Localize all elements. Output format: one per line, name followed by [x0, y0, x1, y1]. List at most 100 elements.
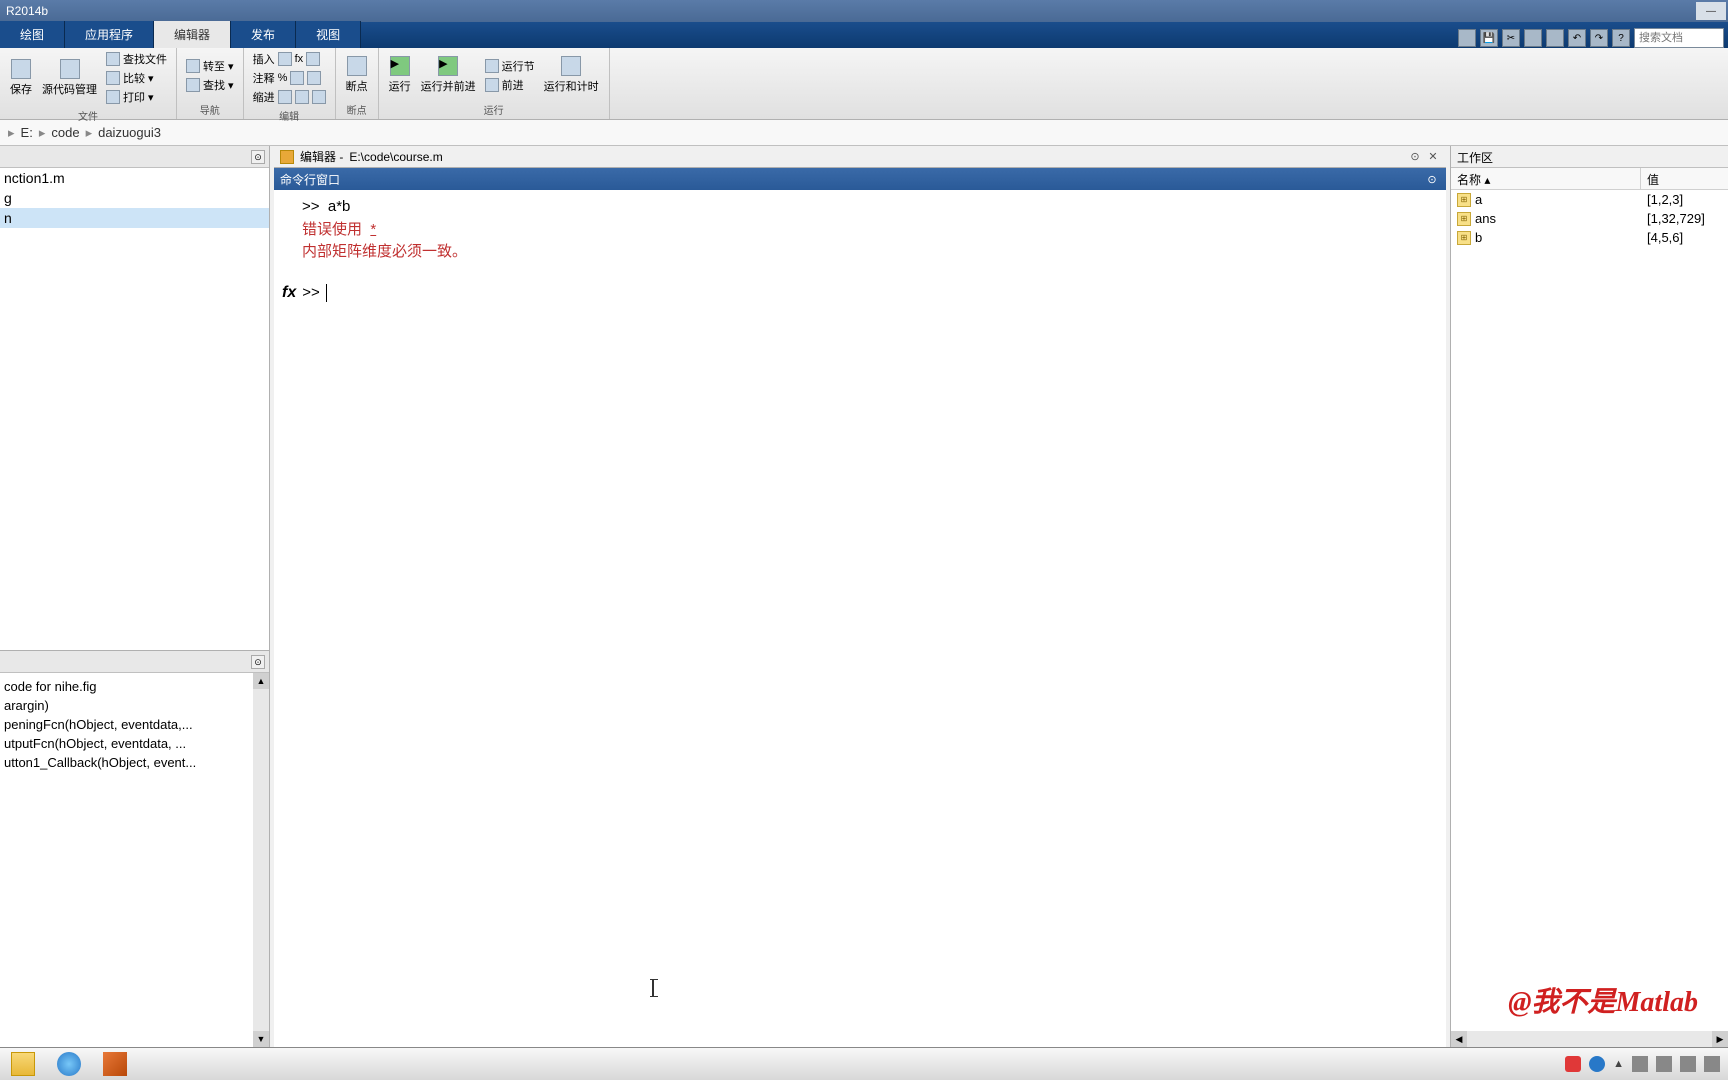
taskbar-explorer[interactable]: [2, 1050, 44, 1078]
ribbon-toolbar: 保存 源代码管理 查找文件 比较 ▾ 打印 ▾ 文件 转至 ▾ 查找 ▾ 导航 …: [0, 48, 1728, 120]
qa-paste-icon[interactable]: [1546, 29, 1564, 47]
insert-button[interactable]: 插入 fx: [250, 50, 329, 68]
address-bar[interactable]: ▸ E: ▸ code ▸ daizuogui3: [0, 120, 1728, 146]
qa-undo-icon[interactable]: ↶: [1568, 29, 1586, 47]
workspace-title: 工作区: [1451, 146, 1728, 168]
scroll-left-icon[interactable]: ◀: [1451, 1031, 1467, 1047]
advance-button[interactable]: 前进: [482, 76, 538, 94]
scroll-down-icon[interactable]: ▼: [253, 1031, 269, 1047]
minimize-button[interactable]: —: [1696, 2, 1726, 20]
find-files-button[interactable]: 查找文件: [103, 50, 170, 68]
find-button[interactable]: 查找 ▾: [183, 76, 237, 94]
qa-copy-icon[interactable]: [1524, 29, 1542, 47]
cmd-error-line: 错误使用 *: [282, 219, 1438, 242]
workspace-col-value[interactable]: 值: [1641, 168, 1728, 189]
breakpoint-button[interactable]: 断点: [342, 50, 372, 100]
ribbon-group-breakpoint: 断点 断点: [336, 48, 379, 119]
details-panel-menu-icon[interactable]: ⊙: [251, 655, 265, 669]
group-label-run: 运行: [385, 100, 603, 117]
matlab-icon: [103, 1052, 127, 1076]
file-item[interactable]: nction1.m: [0, 168, 269, 188]
run-button[interactable]: ▶运行: [385, 50, 415, 100]
run-advance-button[interactable]: ▶运行并前进: [417, 50, 480, 100]
taskbar-browser[interactable]: [48, 1050, 90, 1078]
current-folder-panel: ⊙ nction1.m g n: [0, 146, 269, 651]
workspace-row[interactable]: ⊞ans [1,32,729]: [1451, 209, 1728, 228]
group-label-navigate: 导航: [183, 100, 237, 117]
workspace-panel: 工作区 名称 ▴ 值 ⊞a [1,2,3] ⊞ans [1,32,729] ⊞b…: [1450, 146, 1728, 1047]
command-window-title: 命令行窗口: [280, 171, 340, 188]
path-seg-0[interactable]: E:: [21, 125, 33, 140]
run-section-button[interactable]: 运行节: [482, 57, 538, 75]
taskbar-matlab[interactable]: [94, 1050, 136, 1078]
search-docs-input[interactable]: [1634, 28, 1724, 48]
system-tray: ▲: [1565, 1056, 1728, 1072]
fx-icon[interactable]: fx: [282, 284, 296, 302]
path-seg-2[interactable]: daizuogui3: [98, 125, 161, 140]
quick-access: 💾 ✂ ↶ ↷ ?: [1458, 28, 1728, 48]
tray-battery-icon[interactable]: [1680, 1056, 1696, 1072]
detail-line: utton1_Callback(hObject, event...: [4, 753, 265, 772]
goto-button[interactable]: 转至 ▾: [183, 57, 237, 75]
window-controls: —: [1696, 2, 1728, 20]
tab-publish[interactable]: 发布: [231, 21, 296, 48]
ribbon-group-file: 保存 源代码管理 查找文件 比较 ▾ 打印 ▾ 文件: [0, 48, 177, 119]
detail-line: arargin): [4, 696, 265, 715]
mouse-cursor-icon: [652, 979, 654, 997]
ribbon-tabstrip: 绘图 应用程序 编辑器 发布 视图 💾 ✂ ↶ ↷ ?: [0, 22, 1728, 48]
workspace-col-name[interactable]: 名称 ▴: [1451, 168, 1641, 189]
workspace-hscrollbar[interactable]: ◀ ▶: [1451, 1031, 1728, 1047]
qa-help-icon[interactable]: ?: [1612, 29, 1630, 47]
editor-close-icon[interactable]: ✕: [1426, 150, 1440, 164]
command-window-menu-icon[interactable]: ⊙: [1424, 171, 1440, 187]
command-window-titlebar: 命令行窗口 ⊙: [274, 168, 1446, 190]
tray-ime-icon[interactable]: [1565, 1056, 1581, 1072]
command-prompt[interactable]: fx >>: [282, 284, 1438, 302]
cmd-history-line: >> a*b: [282, 196, 1438, 219]
qa-icon-1[interactable]: [1458, 29, 1476, 47]
details-scrollbar[interactable]: ▲ ▼: [253, 673, 269, 1047]
workspace-row[interactable]: ⊞a [1,2,3]: [1451, 190, 1728, 209]
file-item[interactable]: g: [0, 188, 269, 208]
save-button[interactable]: 保存: [6, 50, 36, 106]
scroll-up-icon[interactable]: ▲: [253, 673, 269, 689]
qa-redo-icon[interactable]: ↷: [1590, 29, 1608, 47]
variable-icon: ⊞: [1457, 212, 1471, 226]
tray-network-icon[interactable]: [1656, 1056, 1672, 1072]
tray-help-icon[interactable]: [1589, 1056, 1605, 1072]
editor-dropdown-icon[interactable]: ⊙: [1408, 150, 1422, 164]
detail-line: utputFcn(hObject, eventdata, ...: [4, 734, 265, 753]
tray-expand-icon[interactable]: ▲: [1613, 1058, 1624, 1070]
scroll-right-icon[interactable]: ▶: [1712, 1031, 1728, 1047]
command-window-body[interactable]: >> a*b 错误使用 * 内部矩阵维度必须一致。 fx >>: [274, 190, 1446, 1047]
detail-line: code for nihe.fig: [4, 677, 265, 696]
editor-title-prefix: 编辑器 -: [300, 148, 343, 165]
group-label-edit: 编辑: [250, 106, 329, 123]
run-time-button[interactable]: 运行和计时: [540, 50, 603, 100]
ribbon-group-navigate: 转至 ▾ 查找 ▾ 导航: [177, 48, 244, 119]
tab-editor[interactable]: 编辑器: [154, 21, 231, 48]
tray-flag-icon[interactable]: [1632, 1056, 1648, 1072]
source-control-button[interactable]: 源代码管理: [38, 50, 101, 106]
tray-volume-icon[interactable]: [1704, 1056, 1720, 1072]
ribbon-group-run: ▶运行 ▶运行并前进 运行节 前进 运行和计时 运行: [379, 48, 610, 119]
titlebar: R2014b —: [0, 0, 1728, 22]
file-item[interactable]: n: [0, 208, 269, 228]
tab-apps[interactable]: 应用程序: [65, 21, 154, 48]
path-root-icon: ▸: [8, 125, 15, 141]
qa-cut-icon[interactable]: ✂: [1502, 29, 1520, 47]
folder-panel-menu-icon[interactable]: ⊙: [251, 150, 265, 164]
compare-button[interactable]: 比较 ▾: [103, 69, 170, 87]
workspace-row[interactable]: ⊞b [4,5,6]: [1451, 228, 1728, 247]
windows-taskbar: ▲: [0, 1047, 1728, 1080]
indent-button[interactable]: 缩进: [250, 88, 329, 106]
path-seg-1[interactable]: code: [51, 125, 79, 140]
qa-save-icon[interactable]: 💾: [1480, 29, 1498, 47]
tab-view[interactable]: 视图: [296, 21, 361, 48]
tab-plot[interactable]: 绘图: [0, 21, 65, 48]
prompt-symbol: >>: [302, 284, 320, 301]
print-button[interactable]: 打印 ▾: [103, 88, 170, 106]
comment-button[interactable]: 注释 %: [250, 69, 329, 87]
details-panel: code for nihe.fig arargin) peningFcn(hOb…: [0, 673, 269, 1047]
browser-icon: [57, 1052, 81, 1076]
